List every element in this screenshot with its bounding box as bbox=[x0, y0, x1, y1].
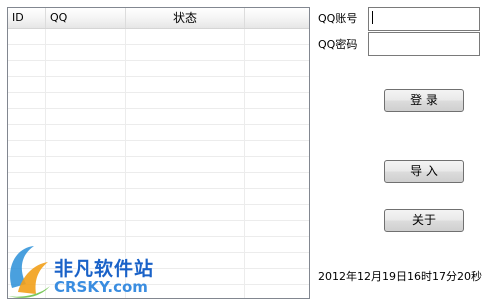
about-button[interactable]: 关于 bbox=[384, 209, 464, 232]
text-caret bbox=[372, 11, 373, 24]
column-header-id[interactable]: ID bbox=[8, 8, 46, 28]
column-divider bbox=[244, 29, 245, 298]
import-button[interactable]: 导 入 bbox=[384, 160, 464, 183]
qq-account-label: QQ账号 bbox=[318, 12, 358, 25]
qq-account-field-wrap bbox=[368, 7, 480, 31]
column-header-extra[interactable] bbox=[245, 8, 309, 28]
column-header-qq[interactable]: QQ bbox=[46, 8, 126, 28]
list-header: ID QQ 状态 bbox=[8, 8, 309, 29]
qq-password-input[interactable] bbox=[368, 32, 480, 56]
watermark-text: 非凡软件站 bbox=[54, 258, 155, 280]
qq-password-label: QQ密码 bbox=[318, 38, 358, 51]
watermark-url: CRSKY.com bbox=[54, 278, 148, 296]
swirl-logo-icon bbox=[8, 246, 50, 298]
qq-account-input[interactable] bbox=[368, 7, 480, 31]
status-datetime: 2012年12月19日16时17分20秒 bbox=[318, 270, 482, 283]
login-button[interactable]: 登 录 bbox=[384, 89, 464, 112]
watermark-logo: 非凡软件站 CRSKY.com bbox=[4, 240, 164, 300]
column-header-status[interactable]: 状态 bbox=[126, 8, 245, 28]
